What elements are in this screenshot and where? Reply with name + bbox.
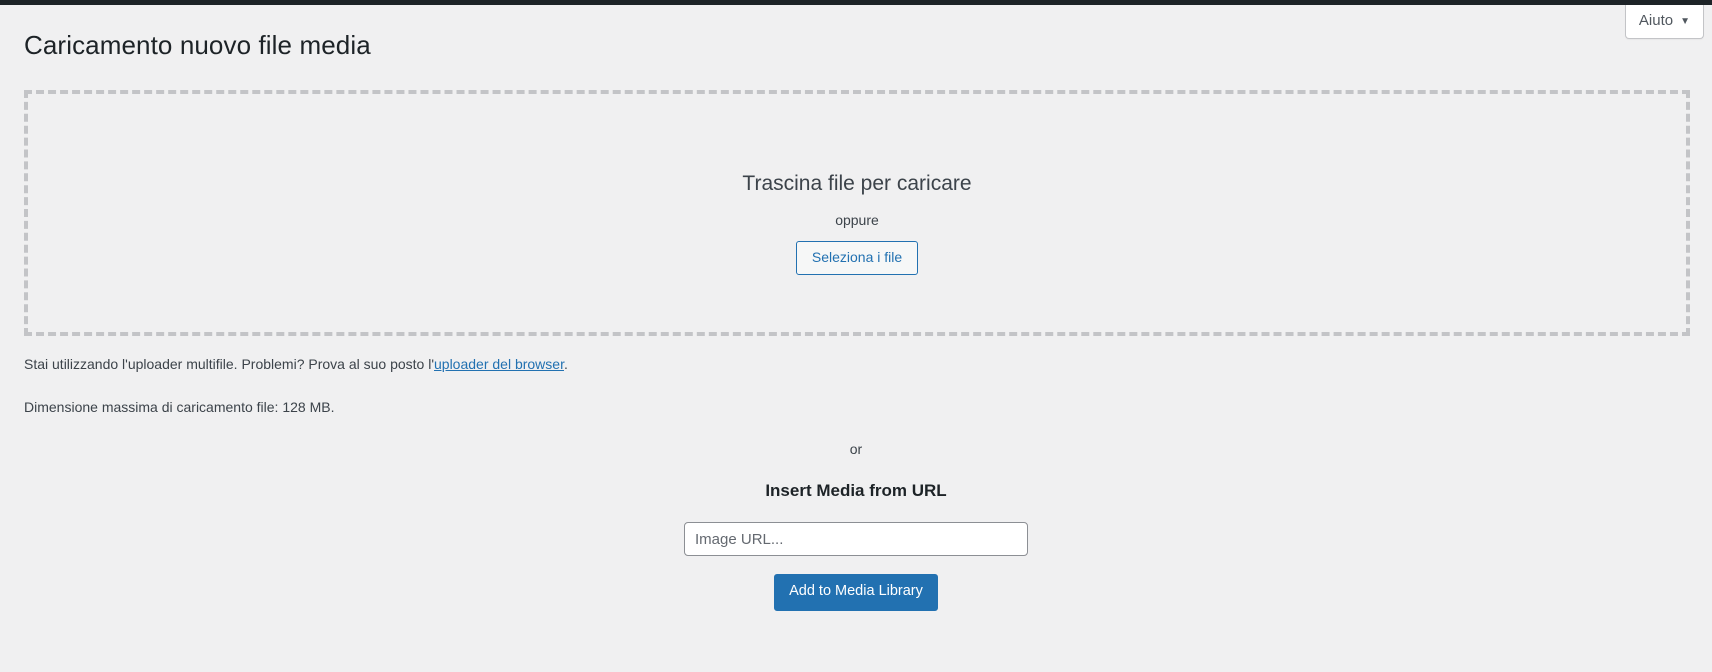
help-toggle-button[interactable]: Aiuto ▼	[1624, 5, 1704, 39]
url-section-or-label: or	[849, 440, 863, 457]
page-title: Caricamento nuovo file media	[24, 30, 371, 60]
select-files-button[interactable]: Seleziona i file	[795, 241, 919, 276]
add-to-media-library-button[interactable]: Add to Media Library	[774, 574, 938, 611]
multifile-uploader-note: Stai utilizzando l'uploader multifile. P…	[0, 336, 1712, 375]
dropzone-instructions: Trascina file per caricare	[742, 171, 972, 195]
image-url-input[interactable]	[684, 522, 1028, 557]
file-dropzone[interactable]: Trascina file per caricare oppure Selezi…	[24, 89, 1690, 336]
chevron-down-icon: ▼	[1680, 15, 1690, 27]
multifile-note-suffix: .	[563, 355, 568, 372]
max-upload-size-note: Dimensione massima di caricamento file: …	[24, 398, 335, 415]
media-upload-page: Caricamento nuovo file media Trascina fi…	[0, 5, 1712, 611]
insert-media-from-url-section: or Insert Media from URL Add to Media Li…	[0, 442, 1712, 611]
help-button-label: Aiuto	[1638, 12, 1674, 29]
browser-uploader-link[interactable]: uploader del browser	[434, 356, 564, 372]
url-section-heading: Insert Media from URL	[765, 480, 947, 500]
multifile-note-prefix: Stai utilizzando l'uploader multifile. P…	[24, 355, 434, 372]
dropzone-or-label: oppure	[835, 212, 879, 229]
help-button-container: Aiuto ▼	[1624, 5, 1704, 39]
